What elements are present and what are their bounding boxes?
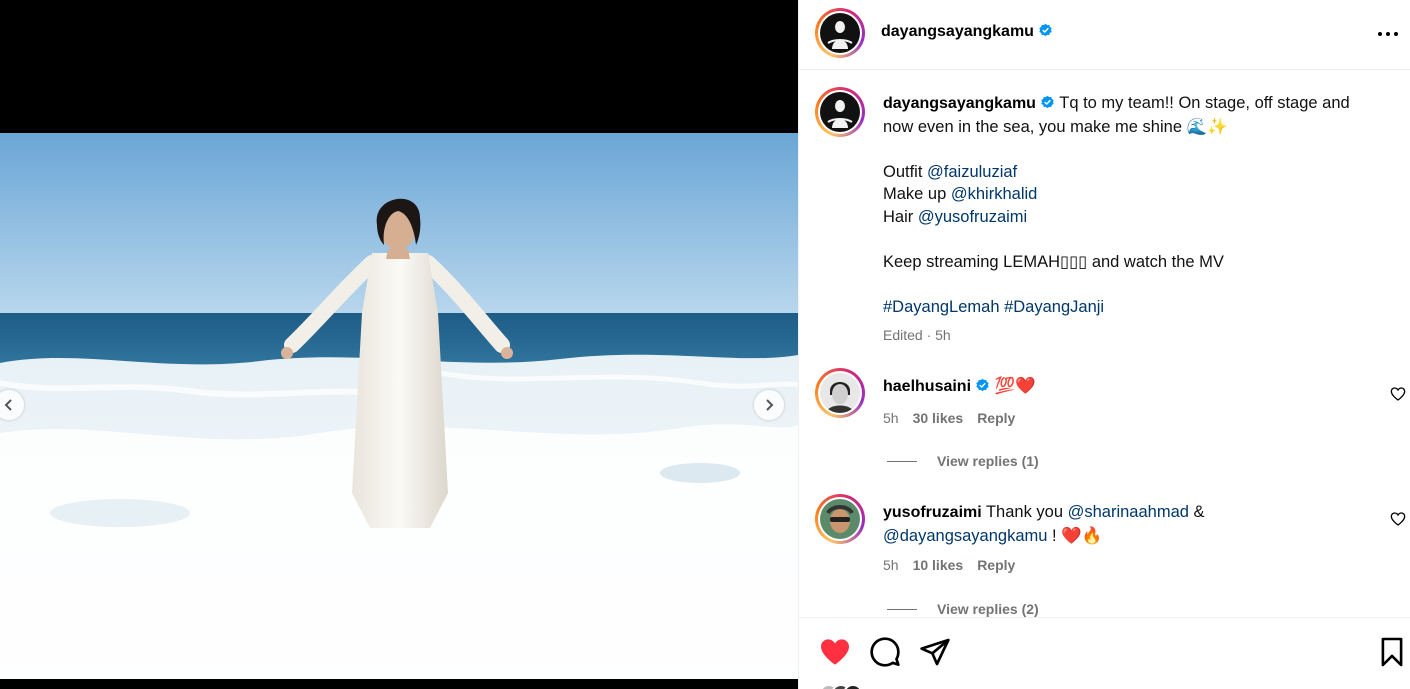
likers-avatars[interactable] — [819, 684, 863, 689]
caption-line-1: Tq to my team!! On stage, off stage and — [1059, 94, 1350, 112]
carousel-dot — [371, 652, 377, 658]
more-options-icon[interactable] — [1376, 24, 1400, 44]
reply-button[interactable]: Reply — [977, 410, 1015, 426]
verified-badge-icon — [1041, 95, 1054, 109]
mention-link[interactable]: @dayangsayangkamu — [883, 527, 1047, 545]
hashtag-link[interactable]: #DayangJanji — [1004, 298, 1104, 316]
chevron-left-icon — [4, 399, 12, 411]
commenter-avatar-image — [820, 499, 860, 539]
comment-text: Thank you — [981, 503, 1068, 521]
caption-username[interactable]: dayangsayangkamu — [883, 95, 1036, 112]
carousel-dot — [391, 652, 397, 658]
paper-plane-icon[interactable] — [919, 636, 951, 668]
beach-photo — [0, 133, 798, 679]
comments-section: dayangsayangkamu Tq to my team!! On stag… — [799, 71, 1410, 617]
commenter-username[interactable]: haelhusaini — [883, 378, 971, 395]
mention-link[interactable]: @faizuluziaf — [927, 163, 1017, 181]
commenter-username[interactable]: yusofruzaimi — [883, 504, 982, 521]
author-avatar-image — [820, 13, 860, 53]
carousel-dot — [401, 652, 407, 658]
hashtag-link[interactable]: #DayangLemah — [883, 298, 1000, 316]
post-action-bar — [799, 617, 1410, 689]
comment-text: 💯❤️ — [994, 377, 1036, 395]
view-replies-text: View replies (1) — [937, 453, 1039, 469]
post-panel: dayangsayangkamu dayangsayangkamu Tq to … — [798, 0, 1410, 689]
comment-text: & — [1188, 503, 1205, 521]
view-replies-button[interactable]: View replies (2) — [887, 601, 1039, 617]
comment-like-icon[interactable] — [1390, 511, 1406, 527]
carousel-indicator — [0, 652, 798, 658]
comment-text: ! ❤️🔥 — [1047, 526, 1103, 545]
comment-meta: 5h 10 likes Reply — [883, 557, 1015, 573]
comment-time: 5h — [883, 557, 899, 573]
carousel-dot — [381, 652, 387, 658]
author-username[interactable]: dayangsayangkamu — [881, 23, 1053, 41]
heart-filled-icon[interactable] — [819, 636, 851, 668]
media-bottom-bar — [0, 679, 798, 689]
author-avatar[interactable] — [815, 8, 865, 58]
mention-link[interactable]: @yusofruzaimi — [918, 208, 1027, 226]
author-username-text[interactable]: dayangsayangkamu — [881, 23, 1034, 40]
reply-button[interactable]: Reply — [977, 557, 1015, 573]
caption-streaming-line: Keep streaming LEMAH▯▯▯ and watch the MV — [883, 253, 1224, 272]
post-photo — [0, 133, 798, 679]
comment-meta: 5h 30 likes Reply — [883, 410, 1015, 426]
carousel-dot — [431, 652, 437, 658]
bookmark-icon[interactable] — [1379, 636, 1405, 668]
comment-like-icon[interactable] — [1390, 386, 1406, 402]
comment-bubble-icon[interactable] — [869, 636, 901, 668]
verified-badge-icon — [976, 378, 989, 392]
verified-badge-icon — [1039, 23, 1052, 37]
comment-likes[interactable]: 30 likes — [913, 410, 964, 426]
hair-label: Hair — [883, 207, 918, 226]
carousel-dot — [411, 652, 417, 658]
post-caption: dayangsayangkamu Tq to my team!! On stag… — [883, 92, 1383, 319]
caption-line-2: now even in the sea, you make me shine 🌊… — [883, 117, 1228, 136]
carousel-dot — [421, 652, 427, 658]
view-replies-text: View replies (2) — [937, 601, 1039, 617]
comment-body: haelhusaini 💯❤️ — [883, 375, 1363, 399]
outfit-label: Outfit — [883, 162, 928, 181]
comment-time: 5h — [883, 410, 899, 426]
comment-body: yusofruzaimi Thank you @sharinaahmad & @d… — [883, 501, 1363, 547]
caption-avatar-image — [820, 92, 860, 132]
next-slide-button[interactable] — [754, 390, 784, 420]
commenter-avatar[interactable] — [815, 494, 865, 544]
chevron-right-icon — [766, 399, 774, 411]
commenter-avatar-image — [820, 373, 860, 413]
mention-link[interactable]: @khirkhalid — [951, 185, 1037, 203]
post-media — [0, 0, 798, 689]
caption-meta: Edited · 5h — [883, 327, 951, 343]
comment-likes[interactable]: 10 likes — [913, 557, 964, 573]
commenter-avatar[interactable] — [815, 368, 865, 418]
post-header: dayangsayangkamu — [799, 0, 1410, 70]
caption-author-avatar[interactable] — [815, 87, 865, 137]
mention-link[interactable]: @sharinaahmad — [1068, 503, 1189, 521]
carousel-dot — [361, 652, 367, 658]
makeup-label: Make up — [883, 185, 951, 204]
view-replies-button[interactable]: View replies (1) — [887, 453, 1039, 469]
